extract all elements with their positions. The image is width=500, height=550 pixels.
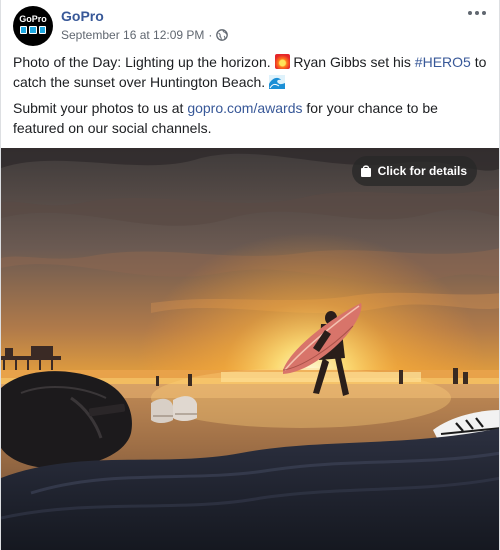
facebook-post: GoPro GoPro September 16 at 12:09 PM · P… — [0, 0, 500, 550]
globe-icon[interactable] — [216, 29, 229, 41]
gopro-logo-text: GoPro — [19, 14, 47, 24]
post-meta: September 16 at 12:09 PM · — [61, 28, 229, 42]
post-header: GoPro GoPro September 16 at 12:09 PM · — [13, 6, 487, 48]
message-paragraph-1: Photo of the Day: Lighting up the horizo… — [13, 52, 487, 92]
gopro-logo-icon — [20, 26, 46, 34]
avatar[interactable]: GoPro — [13, 6, 53, 46]
shopping-bag-icon — [360, 164, 372, 178]
sunset-emoji-icon — [274, 54, 290, 69]
sunset-surfer-image — [1, 148, 499, 550]
message-text: Submit your photos to us at — [13, 100, 184, 116]
post-message: Photo of the Day: Lighting up the horizo… — [13, 52, 487, 144]
details-button-label: Click for details — [377, 164, 467, 178]
message-text: Photo of the Day: Lighting up the horizo… — [13, 54, 271, 70]
message-paragraph-2: Submit your photos to us at gopro.com/aw… — [13, 98, 487, 138]
meta-separator: · — [208, 28, 213, 42]
post-photo[interactable]: Click for details — [1, 148, 499, 550]
hashtag-link[interactable]: #HERO5 — [415, 54, 471, 70]
post-timestamp[interactable]: September 16 at 12:09 PM — [61, 28, 204, 42]
wave-emoji-icon — [269, 74, 286, 89]
page-name-link[interactable]: GoPro — [61, 8, 104, 24]
message-text: Ryan Gibbs set his — [293, 54, 411, 70]
more-options-icon[interactable] — [467, 6, 487, 20]
awards-link[interactable]: gopro.com/awards — [187, 100, 302, 116]
click-for-details-button[interactable]: Click for details — [351, 156, 477, 186]
